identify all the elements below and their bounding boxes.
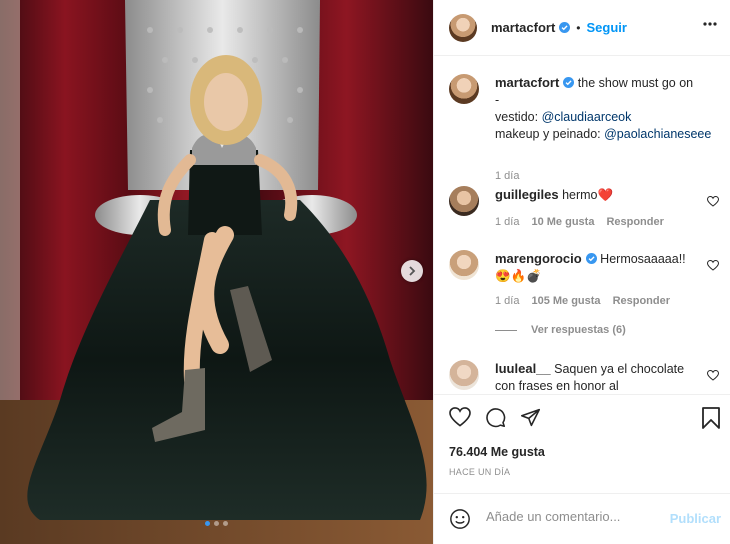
heart-icon[interactable] bbox=[449, 407, 471, 427]
comment-likes[interactable]: 10 Me gusta bbox=[531, 216, 594, 228]
caption-line: the show must go on bbox=[577, 76, 694, 90]
caption-username[interactable]: martacfort bbox=[495, 75, 559, 90]
verified-badge-icon bbox=[563, 77, 575, 88]
carousel-dot bbox=[214, 521, 219, 526]
header-username[interactable]: martacfort bbox=[491, 20, 555, 35]
reply-button[interactable]: Responder bbox=[613, 295, 670, 307]
like-comment-icon[interactable] bbox=[707, 260, 719, 271]
avatar[interactable] bbox=[449, 74, 479, 104]
mention-link[interactable]: @claudiaarceok bbox=[542, 110, 632, 124]
like-comment-icon[interactable] bbox=[707, 370, 719, 381]
view-replies-button[interactable]: Ver respuestas (6) bbox=[495, 324, 626, 336]
action-icons bbox=[449, 407, 541, 428]
post-timestamp[interactable]: HACE UN DÍA bbox=[449, 467, 510, 477]
bookmark-icon[interactable] bbox=[701, 407, 721, 429]
comment-text: guillegiles hermo❤️ bbox=[495, 186, 700, 204]
carousel-indicator bbox=[205, 521, 228, 526]
comment-content: hermo❤️ bbox=[562, 188, 614, 202]
post-image[interactable] bbox=[0, 0, 433, 544]
post-header: martacfort • Seguir bbox=[434, 0, 730, 56]
carousel-dot bbox=[205, 521, 210, 526]
instagram-post: martacfort • Seguir martacfort the show … bbox=[0, 0, 730, 544]
comment-meta: 1 día 105 Me gusta Responder bbox=[495, 295, 670, 307]
publish-button[interactable]: Publicar bbox=[670, 511, 721, 526]
comment-time[interactable]: 1 día bbox=[495, 295, 519, 307]
comment-username[interactable]: luuleal__ bbox=[495, 361, 551, 376]
emoji-icon[interactable] bbox=[449, 508, 471, 530]
post-photo bbox=[0, 0, 433, 544]
comment-username[interactable]: marengorocio bbox=[495, 251, 582, 266]
avatar[interactable] bbox=[449, 186, 479, 216]
reply-button[interactable]: Responder bbox=[606, 216, 663, 228]
avatar[interactable] bbox=[449, 360, 479, 390]
carousel-dot bbox=[223, 521, 228, 526]
comment-input[interactable] bbox=[486, 509, 666, 524]
verified-badge-icon bbox=[585, 253, 597, 264]
comment-icon[interactable] bbox=[485, 407, 506, 428]
vestido-label: vestido: bbox=[495, 110, 542, 124]
caption-text: martacfort the show must go on - vestido… bbox=[495, 74, 720, 143]
view-replies-label: Ver respuestas (6) bbox=[531, 324, 626, 336]
comment-text: marengorocio Hermosaaaaa!! 😍🔥💣 bbox=[495, 250, 700, 285]
makeup-label: makeup y peinado: bbox=[495, 127, 605, 141]
likes-count[interactable]: 76.404 Me gusta bbox=[449, 445, 545, 459]
replies-divider bbox=[495, 329, 517, 331]
next-image-button[interactable] bbox=[401, 260, 423, 282]
avatar[interactable] bbox=[449, 13, 477, 42]
avatar[interactable] bbox=[449, 250, 479, 280]
comment-likes[interactable]: 105 Me gusta bbox=[531, 295, 600, 307]
share-icon[interactable] bbox=[520, 407, 541, 428]
comment-username[interactable]: guillegiles bbox=[495, 187, 559, 202]
caption-time[interactable]: 1 día bbox=[495, 170, 519, 182]
post-sidebar: martacfort • Seguir martacfort the show … bbox=[433, 0, 730, 544]
comment-meta: 1 día 10 Me gusta Responder bbox=[495, 216, 664, 228]
add-comment-bar: Publicar bbox=[434, 493, 730, 544]
follow-button[interactable]: Seguir bbox=[587, 20, 627, 35]
like-comment-icon[interactable] bbox=[707, 196, 719, 207]
comments-section[interactable]: martacfort the show must go on - vestido… bbox=[434, 56, 730, 394]
verified-badge-icon bbox=[559, 22, 571, 33]
comment-text: luuleal__ Saquen ya el chocolate con fra… bbox=[495, 360, 700, 394]
separator-bullet: • bbox=[576, 20, 581, 35]
caption-dash: - bbox=[495, 93, 500, 107]
chevron-right-icon bbox=[409, 266, 416, 276]
more-options-icon[interactable] bbox=[703, 22, 717, 26]
mention-link[interactable]: @paolachianeseee bbox=[604, 127, 711, 141]
post-actions: 76.404 Me gusta HACE UN DÍA Publicar bbox=[434, 394, 730, 544]
comment-time[interactable]: 1 día bbox=[495, 216, 519, 228]
